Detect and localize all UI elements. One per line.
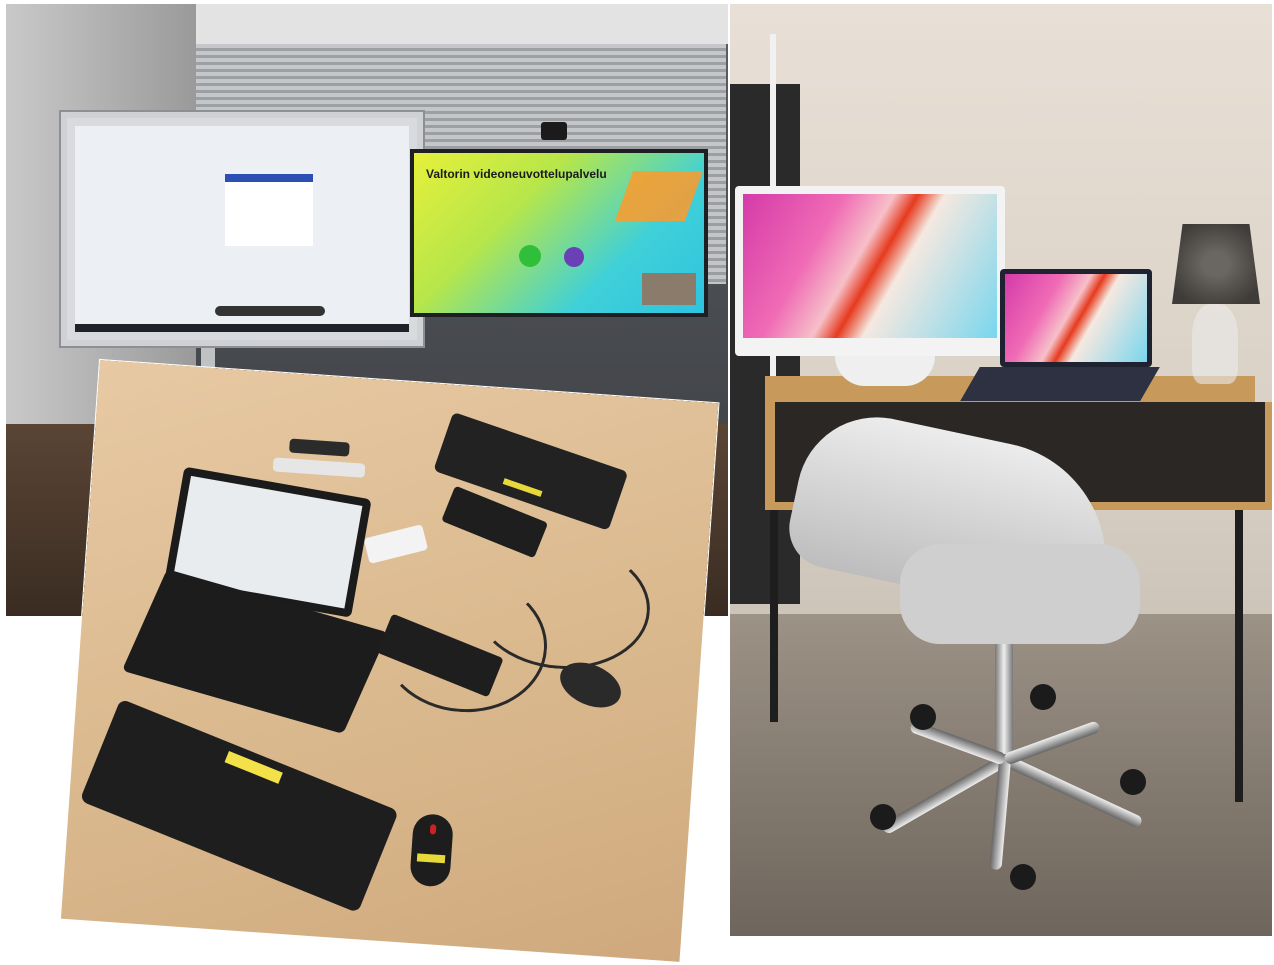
right-display: Valtorin videoneuvottelupalvelu: [410, 149, 708, 317]
chair-wheel: [870, 804, 896, 830]
monitor: [735, 186, 1005, 356]
left-display: [61, 112, 423, 346]
laptop-screen: [1000, 269, 1152, 367]
chair-gas-lift: [995, 644, 1013, 754]
decorative-shape: [614, 171, 704, 221]
keyboard-bottom: [79, 698, 399, 913]
label-tape: [224, 750, 283, 784]
trackpoint: [429, 824, 437, 835]
label-tape: [416, 853, 446, 864]
chair-leg: [1002, 754, 1144, 829]
chair-base: [860, 720, 1160, 871]
laptop-display: [1005, 274, 1147, 362]
login-dialog: [225, 174, 313, 246]
laptop-keyboard: [960, 367, 1160, 401]
video-camera: [541, 122, 567, 140]
mouse: [409, 813, 455, 888]
alternate-call-icon: [564, 247, 584, 267]
self-view-thumbnail: [642, 273, 696, 305]
chair-wheel: [1030, 684, 1056, 710]
desk-leg: [1235, 502, 1243, 802]
desk-setup-photo: [60, 360, 719, 962]
remote-control-white: [272, 457, 366, 478]
lamp-shade: [1172, 224, 1260, 304]
call-icon: [519, 245, 541, 267]
chair-wheel: [1120, 769, 1146, 795]
screen-title: Valtorin videoneuvottelupalvelu: [426, 167, 607, 181]
desk-leg: [770, 502, 778, 722]
power-strip: [363, 524, 429, 564]
monitor-stand: [835, 356, 935, 386]
label-tape: [502, 478, 543, 497]
chair-wheel: [910, 704, 936, 730]
browser-login-screen: [75, 126, 409, 332]
chair-leg: [880, 754, 1008, 836]
remote-control: [289, 438, 350, 457]
meeting-controls-bar: [215, 306, 325, 316]
taskbar: [75, 324, 409, 332]
monitor-screen: [743, 194, 997, 338]
chair-seat: [900, 544, 1140, 644]
chair-wheel: [1010, 864, 1036, 890]
lamp-base: [1192, 304, 1238, 384]
home-office-photo: [730, 4, 1272, 936]
